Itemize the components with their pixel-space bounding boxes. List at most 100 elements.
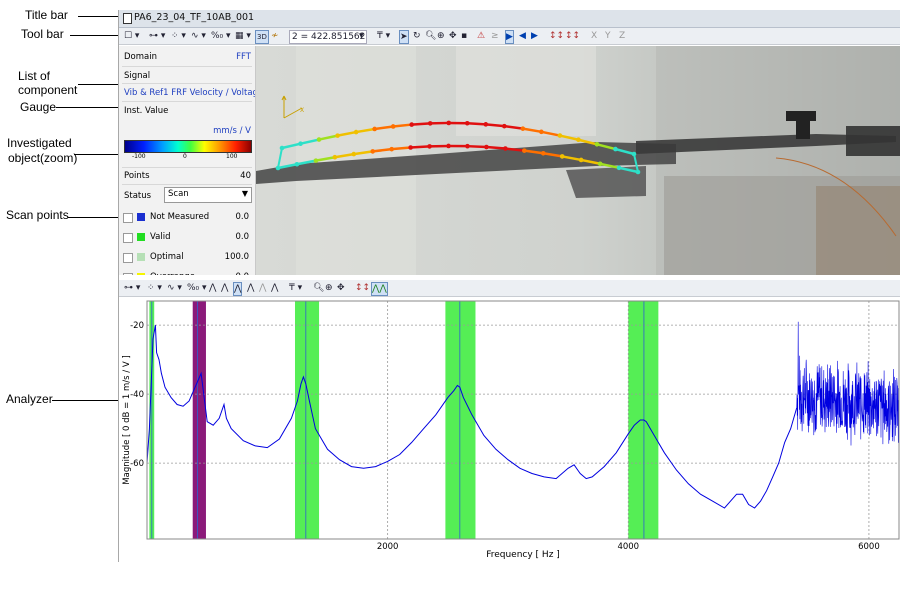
- domain-value[interactable]: FFT: [236, 52, 251, 62]
- annotation-leader: [78, 16, 118, 17]
- scan-point: [313, 158, 319, 163]
- legend-checkbox[interactable]: [123, 273, 133, 275]
- gauge-tick: 100: [226, 153, 238, 160]
- scan-point: [540, 150, 546, 156]
- scan-point: [465, 143, 470, 149]
- scan-grid-line: [467, 144, 487, 149]
- legend-row[interactable]: Valid 0.0: [123, 232, 253, 244]
- legend-value: 0.0: [235, 212, 249, 222]
- scan-point: [294, 161, 300, 167]
- legend-checkbox[interactable]: [123, 233, 133, 243]
- grid-icon[interactable]: ▦ ▾: [235, 30, 251, 42]
- threed-toggle[interactable]: 3D: [255, 30, 269, 44]
- scan-grid-line: [486, 145, 506, 150]
- highlight-band: [445, 301, 476, 539]
- peak-marker-icon[interactable]: ⋀: [233, 282, 243, 296]
- scan-point: [520, 126, 526, 131]
- camera-icon[interactable]: ▪: [461, 30, 467, 42]
- legend-swatch: [137, 213, 145, 221]
- legend-swatch: [137, 233, 145, 241]
- scan-point: [557, 133, 563, 138]
- band-toggle-icon[interactable]: ⋀⋀: [371, 282, 388, 296]
- zoom-area-icon[interactable]: ⊕: [325, 282, 333, 294]
- view-select-icon[interactable]: ☐ ▾: [124, 30, 139, 42]
- pin-icon[interactable]: ₸ ▾: [377, 30, 390, 42]
- y-tick-label: -40: [130, 390, 144, 400]
- legend-swatch: [137, 253, 145, 261]
- pin-icon[interactable]: ₸ ▾: [289, 282, 302, 294]
- main-toolbar: ☐ ▾ ⊶ ▾ ⁘ ▾ ∿ ▾ %₀ ▾ ▦ ▾ 3D ≁ 2 = 422.85…: [119, 28, 900, 45]
- peak-icon[interactable]: ⋀: [209, 282, 216, 294]
- scan-point: [616, 165, 622, 171]
- connect-icon[interactable]: ⊶ ▾: [124, 282, 140, 294]
- signal-label: Signal: [124, 71, 151, 81]
- scan-point: [408, 145, 413, 150]
- sort-icon[interactable]: ↕↕: [549, 30, 564, 42]
- axis-x-button[interactable]: X: [591, 30, 597, 42]
- y-tick-label: -20: [130, 321, 144, 331]
- legend-checkbox[interactable]: [123, 253, 133, 263]
- axis-z-button[interactable]: Z: [619, 30, 625, 42]
- frf-chart[interactable]: 2000 4000 6000 -20 -40 -60 Frequency [ Hz ] M…: [119, 297, 900, 562]
- signal-icon[interactable]: ∿ ▾: [191, 30, 206, 42]
- zoom-icon[interactable]: 🔍︎: [313, 282, 324, 294]
- analyzer-panel[interactable]: 2000 4000 6000 -20 -40 -60 Frequency [ Hz ] M…: [119, 297, 900, 562]
- legend-row[interactable]: Optimal 100.0: [123, 252, 253, 264]
- zoom-area-icon[interactable]: ⊕: [437, 30, 445, 42]
- annotation-title-bar: Title bar: [25, 8, 68, 22]
- object-viewport[interactable]: X: [256, 46, 900, 275]
- step-forward-icon[interactable]: ▶: [531, 30, 538, 42]
- connect-icon[interactable]: ⊶ ▾: [149, 30, 165, 42]
- scan-point: [446, 143, 451, 149]
- axis-y-button[interactable]: Y: [605, 30, 611, 42]
- pan-icon[interactable]: ✥: [337, 282, 345, 294]
- viewport-scene: X: [256, 46, 900, 275]
- dropdown-arrow-icon[interactable]: ▾: [359, 30, 364, 42]
- gauge-unit: mm/s / V: [213, 126, 251, 136]
- scan-point: [372, 126, 377, 132]
- scan-point: [427, 121, 433, 126]
- pan-icon[interactable]: ✥: [449, 30, 457, 42]
- legend-value: 0.0: [235, 232, 249, 242]
- annotation-scan-points: Scan points: [6, 208, 69, 222]
- signal-icon[interactable]: ∿ ▾: [167, 282, 182, 294]
- peak-icon[interactable]: ⋀: [259, 282, 266, 294]
- scan-grid-line: [391, 146, 411, 151]
- color-gauge: [124, 140, 252, 153]
- animate-icon[interactable]: ≁: [271, 30, 279, 42]
- legend-checkbox[interactable]: [123, 213, 133, 223]
- status-select[interactable]: Scan ▼: [164, 187, 252, 203]
- scan-point: [522, 148, 527, 153]
- scan-point: [332, 154, 338, 160]
- plot-frame: [146, 300, 900, 540]
- percent-icon[interactable]: %₀ ▾: [211, 30, 231, 42]
- sort-alt-icon[interactable]: ↕↕: [565, 30, 580, 42]
- scan-point: [483, 122, 489, 127]
- signal-value[interactable]: Vib & Ref1 FRF Velocity / Voltage: [124, 88, 255, 98]
- pointer-icon[interactable]: ➤: [399, 30, 409, 44]
- annotation-investigated-2: object(zoom): [8, 151, 78, 165]
- legend-row[interactable]: Overrange 0.0: [123, 272, 253, 275]
- play-icon[interactable]: ▶: [505, 30, 514, 44]
- legend-row[interactable]: Not Measured 0.0: [123, 212, 253, 224]
- points-icon[interactable]: ⁘ ▾: [147, 282, 162, 294]
- peak-icon[interactable]: ⋀: [247, 282, 254, 294]
- zoom-icon[interactable]: 🔍︎: [425, 30, 436, 42]
- gauge-tick: 0: [183, 153, 187, 160]
- percent-icon[interactable]: %₀ ▾: [187, 282, 207, 294]
- step-back-icon[interactable]: ◀: [519, 30, 526, 42]
- points-icon[interactable]: ⁘ ▾: [171, 30, 186, 42]
- divider: [122, 167, 252, 168]
- scan-point: [446, 120, 452, 126]
- gauge-tick: -100: [132, 153, 146, 160]
- y-tick-label: -60: [130, 459, 144, 469]
- peak-icon[interactable]: ⋀: [271, 282, 278, 294]
- rotate-icon[interactable]: ↻: [413, 30, 421, 42]
- peak-icon[interactable]: ⋀: [221, 282, 228, 294]
- frequency-field[interactable]: 2 = 422.8515625 H:: [289, 30, 367, 44]
- cursor-lines: [151, 301, 645, 539]
- sort-icon[interactable]: ↕↕: [355, 282, 370, 294]
- noise-band: [796, 321, 900, 446]
- warning-icon[interactable]: ⚠: [477, 30, 485, 42]
- scan-point: [427, 144, 432, 149]
